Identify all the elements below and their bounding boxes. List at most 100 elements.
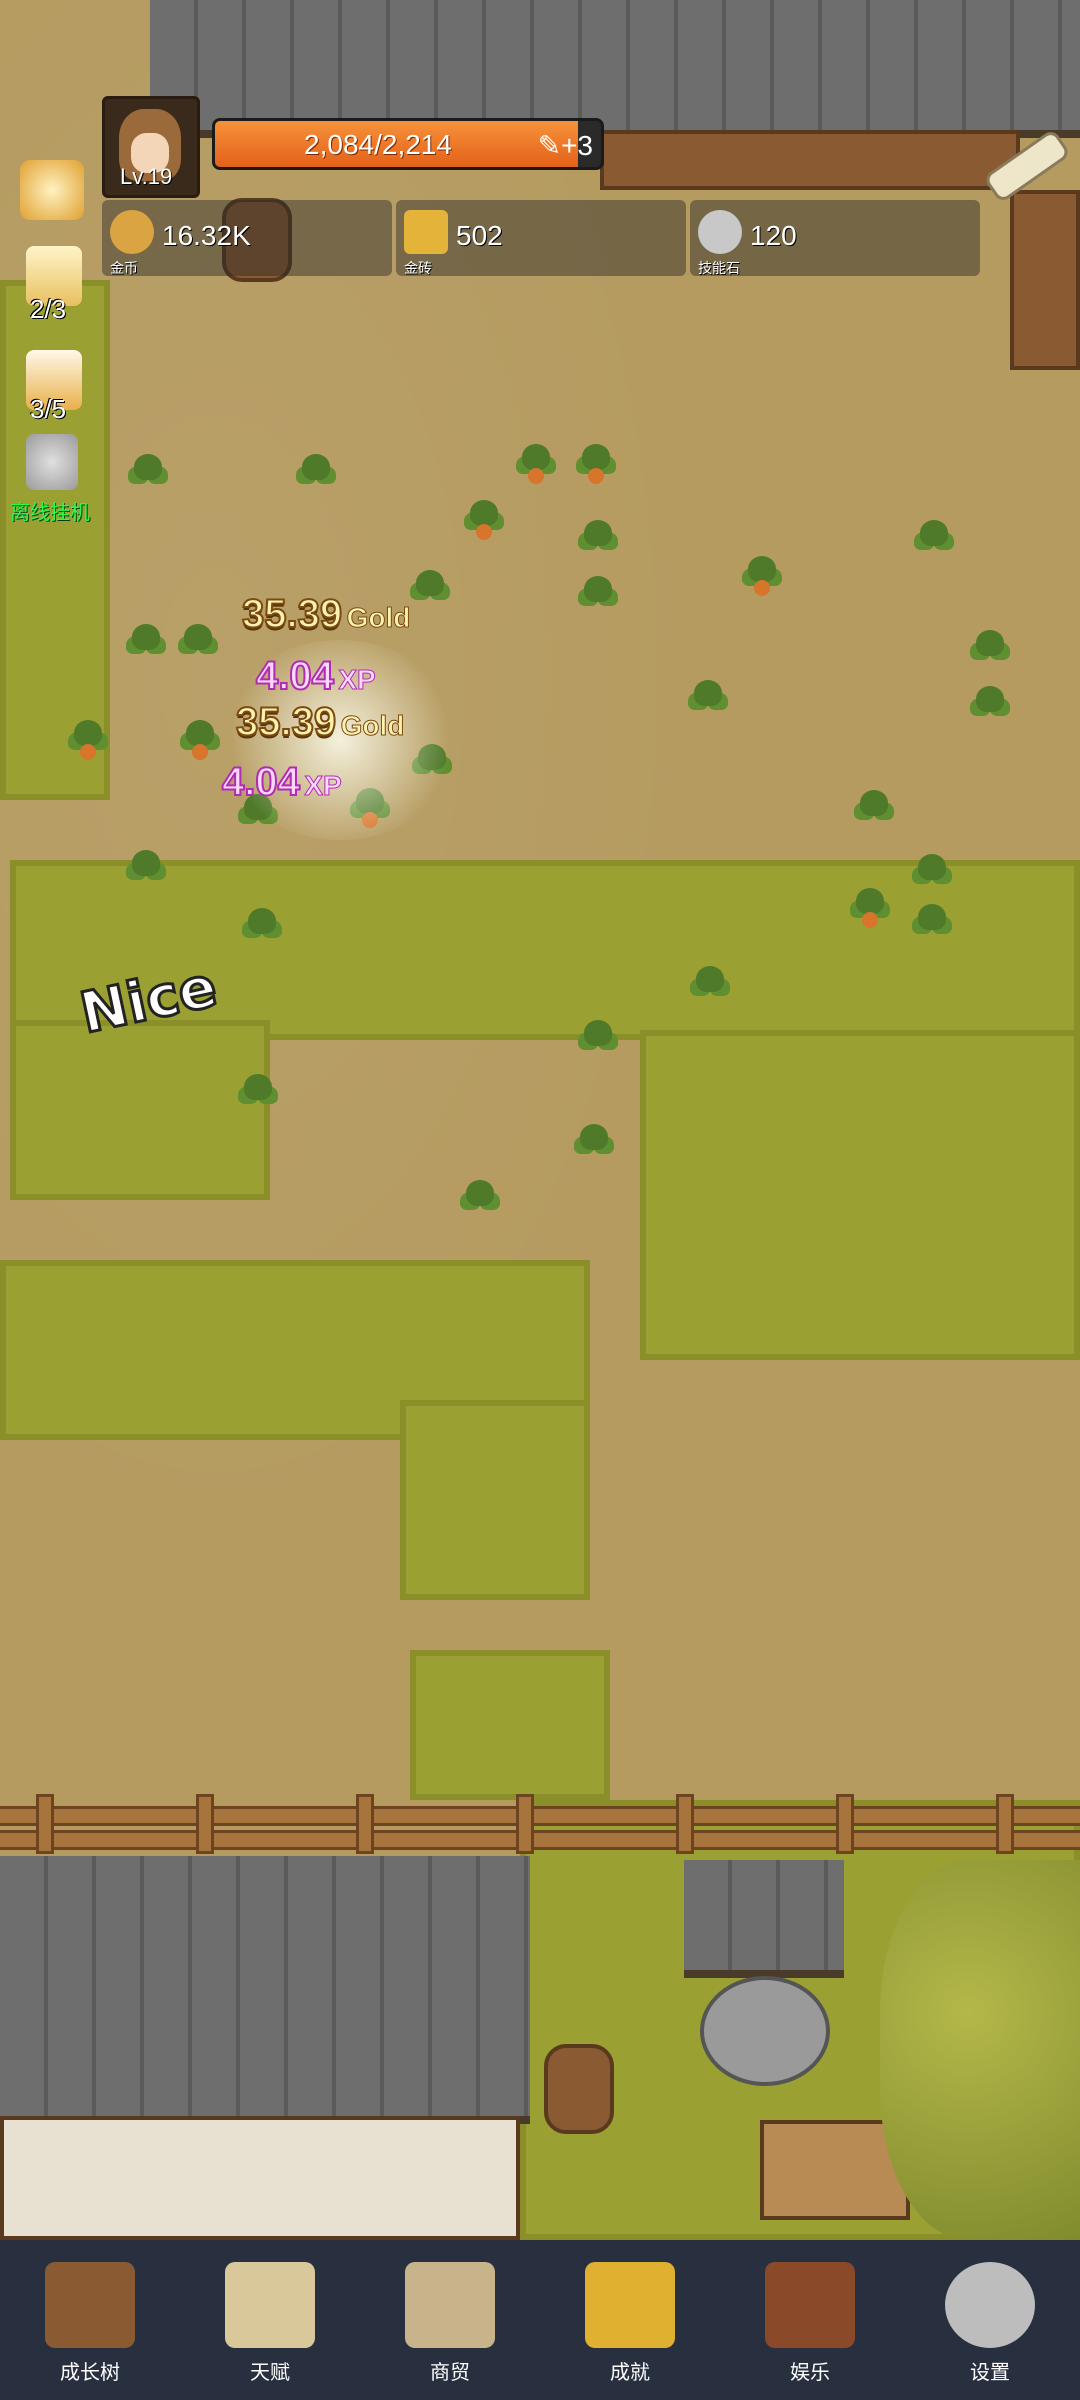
candle-count: 2/3 [30, 294, 67, 324]
crop[interactable] [236, 1074, 280, 1118]
crop[interactable] [126, 454, 170, 498]
nav-label: 商贸 [430, 2362, 470, 2384]
grass-mid2 [400, 1400, 590, 1600]
crop[interactable] [176, 624, 220, 668]
crop[interactable] [852, 790, 896, 834]
skill-stone-caption: 技能石 [698, 260, 740, 276]
crop[interactable] [910, 854, 954, 898]
grass-left-lower [10, 1020, 270, 1200]
crop[interactable] [576, 576, 620, 620]
nav-achievement[interactable]: 成就 [540, 2240, 720, 2400]
nav-talent[interactable]: 天赋 [180, 2240, 360, 2400]
gold-coin-icon [110, 210, 154, 254]
afk-label: 离线挂机 [10, 502, 90, 524]
nav-label: 设置 [970, 2362, 1010, 2384]
crop[interactable] [686, 680, 730, 724]
beer-count: 3/5 [30, 394, 67, 424]
skill-stone-resource[interactable]: 120 技能石 [690, 200, 980, 276]
bottom-nav: 成长树 天赋 商贸 成就 娱乐 设置 [0, 2240, 1080, 2400]
book-icon [45, 2262, 135, 2348]
well-roof [684, 1860, 844, 1978]
player-level: Lv.19 [120, 164, 173, 189]
scroll-icon [225, 2262, 315, 2348]
gold-popup-label: Gold [346, 602, 411, 634]
nav-entertainment[interactable]: 娱乐 [720, 2240, 900, 2400]
gold-brick-caption: 金砖 [404, 260, 432, 276]
gold-coin-value: 16.32K [162, 220, 251, 251]
bottom-house-wall [0, 2116, 520, 2240]
gold-brick-icon [404, 210, 448, 254]
crop[interactable] [240, 908, 284, 952]
fence-rail-bottom [0, 1830, 1080, 1850]
crop[interactable] [688, 966, 732, 1010]
barrel [544, 2044, 614, 2134]
crop[interactable] [572, 1124, 616, 1168]
fence-post [516, 1794, 534, 1854]
fence-post [36, 1794, 54, 1854]
gold-coin-resource[interactable]: 16.32K 金币 [102, 200, 392, 276]
xp-popup-amount: 4.04 [255, 653, 335, 699]
crop[interactable] [458, 1180, 502, 1224]
skill-stone-value: 120 [750, 220, 797, 251]
afk-key-icon [26, 434, 78, 490]
fence-rail-top [0, 1806, 1080, 1826]
banner-icon [765, 2262, 855, 2348]
nav-label: 成长树 [60, 2362, 120, 2384]
carrot-crop[interactable] [740, 556, 784, 600]
grass-right [640, 1030, 1080, 1360]
carrot-crop[interactable] [514, 444, 558, 488]
nav-label: 天赋 [250, 2362, 290, 2384]
carrot-crop[interactable] [848, 888, 892, 932]
grass-lower [410, 1650, 610, 1800]
gold-popup-amount: 35.39 [241, 591, 343, 637]
gold-popup-amount: 35.39 [235, 699, 337, 745]
xp-bonus: ✎+3 [537, 130, 593, 161]
crop[interactable] [408, 570, 452, 614]
nav-settings[interactable]: 设置 [900, 2240, 1080, 2400]
gear-icon [945, 2262, 1035, 2348]
tree [880, 1860, 1080, 2240]
crop[interactable] [910, 904, 954, 948]
skill-stone-icon [698, 210, 742, 254]
carrot-crop[interactable] [574, 444, 618, 488]
fence-post [676, 1794, 694, 1854]
gold-brick-value: 502 [456, 220, 503, 251]
crop[interactable] [576, 1020, 620, 1064]
crop[interactable] [968, 630, 1012, 674]
xp-popup: 4.04 XP [255, 653, 376, 699]
xp-popup-amount: 4.04 [221, 759, 301, 805]
xp-popup-label: XP [338, 664, 376, 696]
xp-bar-text: 2,084/2,214 [304, 129, 452, 160]
xp-popup-label: XP [304, 770, 342, 802]
carrot-crop[interactable] [66, 720, 110, 764]
gold-popup: 35.39 Gold [235, 699, 405, 745]
fence-post [996, 1794, 1014, 1854]
nav-label: 娱乐 [790, 2362, 830, 2384]
gold-coin-caption: 金币 [110, 260, 138, 276]
xp-bonus-value: +3 [561, 130, 593, 161]
crown-icon[interactable] [20, 160, 84, 220]
key-icon [585, 2262, 675, 2348]
nav-trade[interactable]: 商贸 [360, 2240, 540, 2400]
fence-post [196, 1794, 214, 1854]
crop[interactable] [912, 520, 956, 564]
crop[interactable] [124, 624, 168, 668]
crop[interactable] [124, 850, 168, 894]
fence-post [356, 1794, 374, 1854]
gold-brick-resource[interactable]: 502 金砖 [396, 200, 686, 276]
candle-button[interactable]: 2/3 [18, 246, 90, 326]
carrot-crop[interactable] [178, 720, 222, 764]
well [700, 1976, 830, 2086]
crop[interactable] [576, 520, 620, 564]
nav-growth-tree[interactable]: 成长树 [0, 2240, 180, 2400]
beer-button[interactable]: 3/5 [18, 350, 90, 430]
bottom-house-roof [0, 1856, 530, 2124]
crop[interactable] [968, 686, 1012, 730]
gold-popup: 35.39 Gold [241, 591, 411, 637]
xp-bar: 2,084/2,214 ✎+3 [212, 118, 604, 170]
map-icon [405, 2262, 495, 2348]
gold-popup-label: Gold [340, 710, 405, 742]
carrot-crop[interactable] [462, 500, 506, 544]
top-barn-wall [600, 130, 1020, 190]
crop[interactable] [294, 454, 338, 498]
